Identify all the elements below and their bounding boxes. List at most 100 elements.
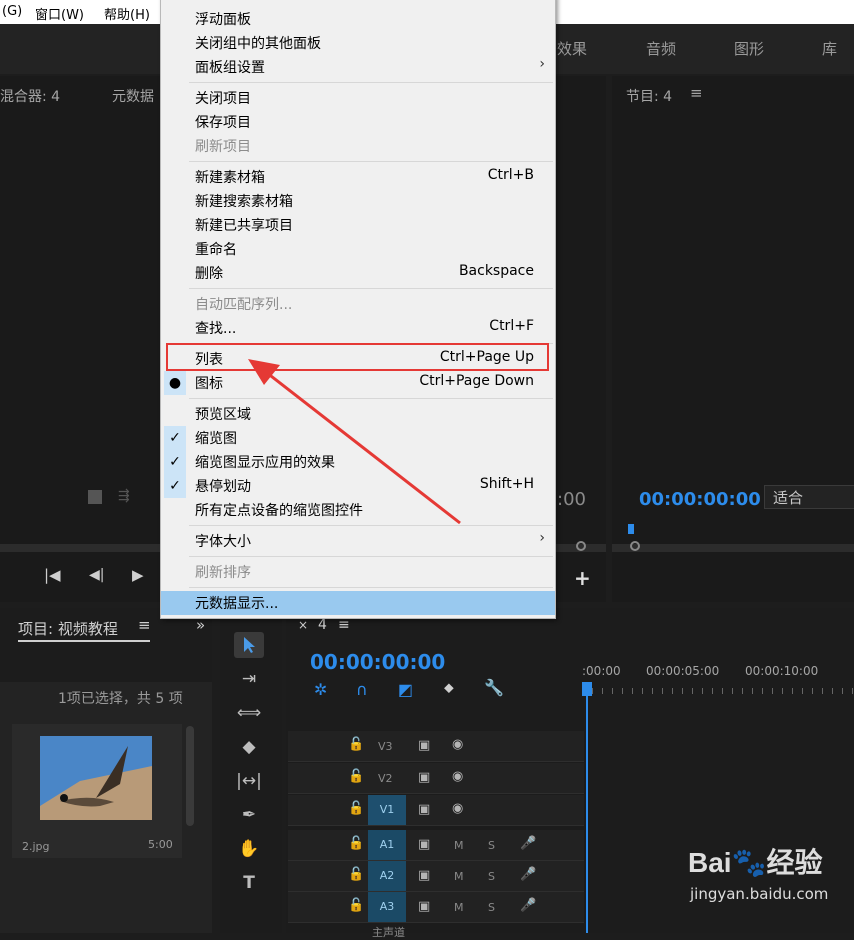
menu-item-close-project[interactable]: 关闭项目 [161,86,555,110]
add-marker-icon[interactable]: ⬥ [444,680,454,696]
track-v3[interactable]: 🔓 V3 ▣ ◉ [288,731,584,762]
menu-item-close-other-panels[interactable]: 关闭组中的其他面板 [161,31,555,55]
mute-button[interactable]: M [454,870,464,883]
lock-icon[interactable]: 🔓 [348,867,364,882]
film-icon[interactable]: ▣ [418,899,430,914]
project-title[interactable]: 项目: 视频教程 [18,618,118,639]
workspace-tab-libraries[interactable]: 库 [822,38,837,59]
out-point-icon[interactable] [576,541,586,551]
track-a2[interactable]: 🔓 A2 ▣ M S 🎤 [288,861,584,892]
lock-icon[interactable]: 🔓 [348,737,364,752]
panel-menu-icon[interactable]: ≡ [690,84,703,102]
solo-button[interactable]: S [488,901,495,914]
film-icon[interactable]: ▣ [418,837,430,852]
magnet-icon[interactable]: ∩ [356,680,368,699]
lock-icon[interactable]: 🔓 [348,898,364,913]
lock-icon[interactable]: 🔓 [348,801,364,816]
razor-tool-icon[interactable]: ◆ [234,734,264,760]
program-title[interactable]: 节目: 4 [626,86,672,106]
tab-metadata[interactable]: 元数据 [112,86,154,106]
eye-icon[interactable]: ◉ [452,769,463,784]
film-icon[interactable]: ▣ [418,868,430,883]
workspace-tab-audio[interactable]: 音频 [646,38,676,59]
microphone-icon[interactable]: 🎤 [520,898,536,913]
insert-icon[interactable] [88,490,102,504]
menu-item-help[interactable]: 帮助(H) [104,4,150,23]
pen-tool-icon[interactable]: ✒ [234,802,264,828]
frame-back-icon[interactable]: ◀| [89,567,104,583]
scrub-icon[interactable]: ⇶ [118,488,130,504]
add-button-icon[interactable]: + [574,566,591,590]
menu-item-metadata-display[interactable]: 元数据显示... [161,591,555,615]
track-v1[interactable]: 🔓 V1 ▣ ◉ [288,795,584,826]
in-point-icon[interactable] [630,541,640,551]
menu-item-g[interactable]: (G) [2,4,22,19]
film-icon[interactable]: ▣ [418,802,430,817]
track-a3[interactable]: 🔓 A3 ▣ M S 🎤 [288,892,584,923]
program-playhead-icon[interactable] [628,524,634,534]
menu-item-new-search-bin[interactable]: 新建搜索素材箱 [161,189,555,213]
clip-name: 2.jpg [22,840,50,853]
track-select-tool-icon[interactable]: ⇥ [234,666,264,692]
mute-button[interactable]: M [454,839,464,852]
step-back-icon[interactable]: |◀ [44,566,61,584]
chevron-right-icon: › [539,56,545,72]
menu-item-save-project[interactable]: 保存项目 [161,110,555,134]
timeline-timecode[interactable]: 00:00:00:00 [310,650,445,674]
lock-icon[interactable]: 🔓 [348,836,364,851]
track-target-a3[interactable]: A3 [368,892,406,922]
menu-item-find[interactable]: 查找... Ctrl+F [161,316,555,340]
workspace-tab-effects[interactable]: 效果 [557,38,587,59]
microphone-icon[interactable]: 🎤 [520,836,536,851]
solo-button[interactable]: S [488,870,495,883]
track-target-a1[interactable]: A1 [368,830,406,860]
slip-tool-icon[interactable]: |↔| [234,768,264,794]
selection-tool-icon[interactable] [234,632,264,658]
panel-menu-icon[interactable]: ≡ [338,617,350,633]
program-timecode[interactable]: 00:00:00:00 [639,489,761,510]
timeline-tab[interactable]: 4 [318,617,327,633]
hand-tool-icon[interactable]: ✋ [234,836,264,862]
tab-mixer[interactable]: 混合器: 4 [0,86,60,106]
menu-item-float-panel[interactable]: 浮动面板 [161,7,555,31]
track-target-v1[interactable]: V1 [368,795,406,825]
menu-item-delete[interactable]: 删除 Backspace [161,261,555,285]
mute-button[interactable]: M [454,901,464,914]
menu-item-new-bin[interactable]: 新建素材箱 Ctrl+B [161,165,555,189]
menu-item-new-shared-project[interactable]: 新建已共享项目 [161,213,555,237]
project-scrollbar[interactable] [186,726,194,826]
linked-selection-icon[interactable]: ◩ [398,680,413,699]
lock-icon[interactable]: 🔓 [348,769,364,784]
menu-item-panel-group-settings[interactable]: 面板组设置 › [161,55,555,79]
ruler-ticks [582,688,854,694]
ripple-edit-tool-icon[interactable]: ⟺ [234,700,264,726]
menu-item-window[interactable]: 窗口(W) [35,4,84,23]
fit-dropdown[interactable]: 适合 [764,485,854,509]
menu-separator [189,288,553,289]
play-icon[interactable]: ▶ [132,566,144,584]
eye-icon[interactable]: ◉ [452,737,463,752]
film-icon[interactable]: ▣ [418,738,430,753]
menu-item-rename[interactable]: 重命名 [161,237,555,261]
program-scrub-bar[interactable] [612,544,854,552]
close-tab-icon[interactable]: × [298,618,308,632]
film-icon[interactable]: ▣ [418,770,430,785]
selection-status: 1项已选择，共 5 项 [58,691,183,707]
wrench-icon[interactable]: 🔧 [484,678,504,697]
type-tool-icon[interactable]: T [234,870,264,896]
solo-button[interactable]: S [488,839,495,852]
menu-item-font-size[interactable]: 字体大小 › [161,529,555,553]
eye-icon[interactable]: ◉ [452,801,463,816]
playhead-handle-icon[interactable] [582,682,592,696]
track-a1[interactable]: 🔓 A1 ▣ M S 🎤 [288,830,584,861]
snap-icon[interactable]: ✲ [314,680,327,699]
time-ruler[interactable]: :00:00 00:00:05:00 00:00:10:00 [582,662,854,702]
microphone-icon[interactable]: 🎤 [520,867,536,882]
panel-menu-icon[interactable]: ≡ [138,616,151,634]
ruler-label: 00:00:05:00 [646,664,720,678]
clip-thumbnail-card[interactable]: 2.jpg 5:00 [12,724,182,858]
workspace-tab-graphics[interactable]: 图形 [734,38,764,59]
tab-underline [18,640,150,642]
track-target-a2[interactable]: A2 [368,861,406,891]
track-v2[interactable]: 🔓 V2 ▣ ◉ [288,763,584,794]
